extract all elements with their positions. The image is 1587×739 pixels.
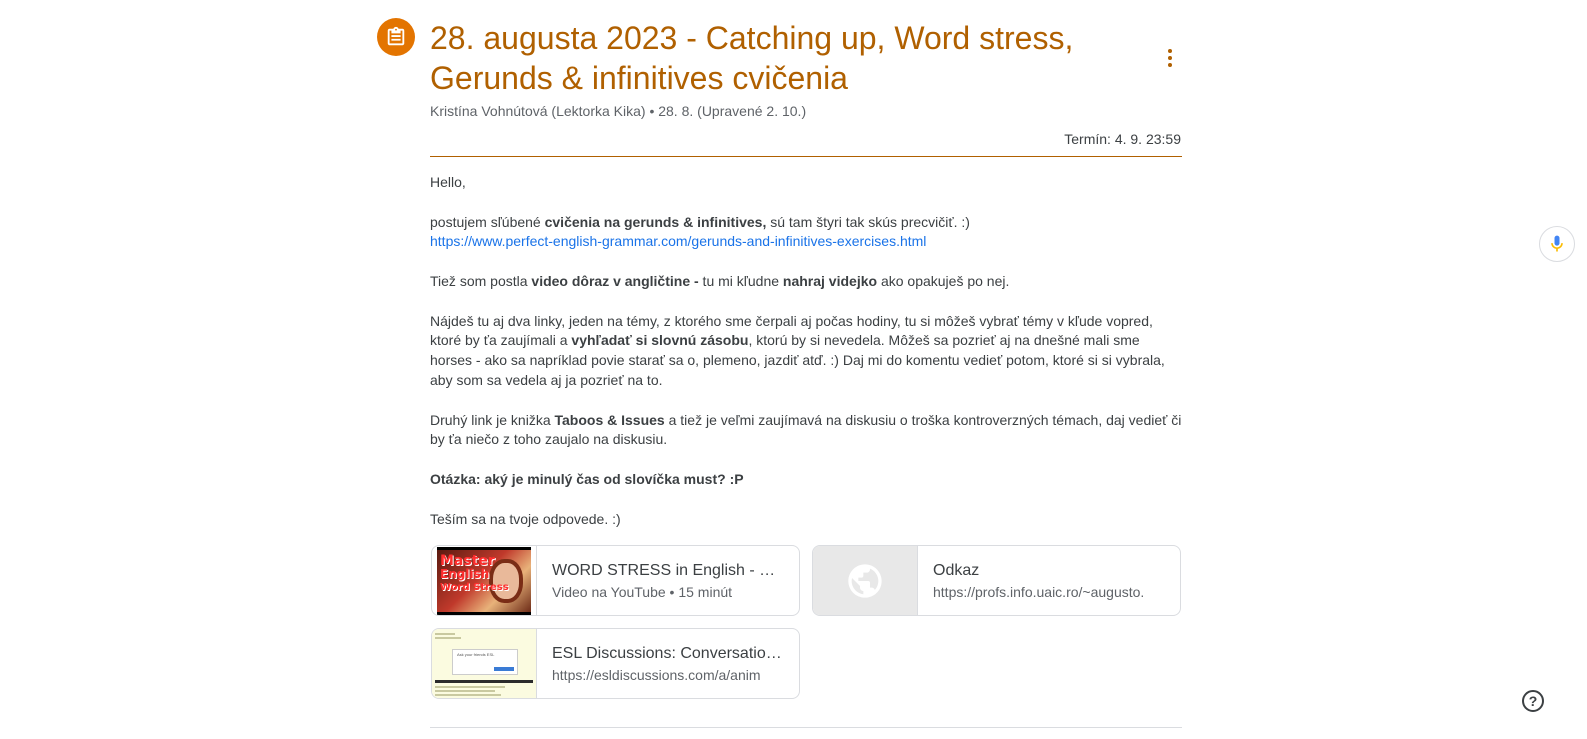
attachment-title: Odkaz <box>933 562 980 579</box>
header-divider <box>430 156 1182 157</box>
paragraph-book: Druhý link je knižka Taboos & Issues a t… <box>430 411 1182 451</box>
bold-text: video dôraz v angličtine - <box>531 272 699 289</box>
bold-text: nahraj videjko <box>782 272 878 289</box>
assignment-icon <box>377 18 415 56</box>
bold-text: Taboos & Issues <box>554 411 665 428</box>
text: sú tam štyri tak skús precvičiť. :) <box>766 213 970 230</box>
thumbnail-text: Ask your friends ESL <box>457 652 495 657</box>
attachment-subtitle: https://profs.info.uaic.ro/~augusto. <box>933 584 1145 600</box>
assignment-body: Hello, postujem sľúbené cvičenia na geru… <box>430 173 1182 529</box>
thumbnail-text: Master English Word Stress <box>440 552 509 593</box>
paragraph-links: Nájdeš tu aj dva linky, jeden na témy, z… <box>430 312 1182 391</box>
attachment-subtitle: https://esldiscussions.com/a/anim <box>552 667 761 683</box>
attachment-esl-card[interactable]: Ask your friends ESL ESL Discussions: Co… <box>431 628 800 699</box>
assignment-title: 28. augusta 2023 - Catching up, Word str… <box>430 20 1074 96</box>
text: tu mi kľudne <box>698 272 783 289</box>
section-divider <box>430 727 1182 728</box>
question: Otázka: aký je minulý čas od slovíčka mu… <box>430 470 1182 490</box>
closing: Teším sa na tvoje odpovede. :) <box>430 510 621 527</box>
attachment-subtitle: Video na YouTube • 15 minút <box>552 584 733 600</box>
text: Druhý link je knižka <box>430 411 555 428</box>
paragraph-video: Tiež som postla video dôraz v angličtine… <box>430 272 1182 292</box>
microphone-icon[interactable] <box>1539 226 1575 262</box>
attachment-link-card[interactable]: Odkaz https://profs.info.uaic.ro/~august… <box>812 545 1181 616</box>
text: postujem sľúbené <box>430 213 545 230</box>
bold-text: Otázka: aký je minulý čas od slovíčka mu… <box>430 470 744 487</box>
globe-icon <box>813 546 918 615</box>
greeting: Hello, <box>430 174 466 190</box>
attachment-title: WORD STRESS in English - Word Stress <box>552 562 782 579</box>
help-icon[interactable]: ? <box>1522 690 1544 712</box>
text: Tiež som postla <box>430 272 532 289</box>
due-date: Termín: 4. 9. 23:59 <box>1064 131 1181 147</box>
paragraph-exercises: postujem sľúbené cvičenia na gerunds & i… <box>430 213 1182 253</box>
attachment-title: ESL Discussions: Conversation Questions <box>552 645 782 662</box>
bold-text: cvičenia na gerunds & infinitives, <box>544 213 767 230</box>
assignment-meta: Kristína Vohnútová (Lektorka Kika) • 28.… <box>430 103 807 119</box>
exercise-link[interactable]: https://www.perfect-english-grammar.com/… <box>430 233 926 249</box>
attachment-youtube-card[interactable]: Master English Word Stress WORD STRESS i… <box>431 545 800 616</box>
more-options-icon[interactable] <box>1156 44 1184 72</box>
bold-text: vyhľadať si slovnú zásobu <box>571 332 749 349</box>
website-thumbnail: Ask your friends ESL <box>432 629 537 698</box>
video-thumbnail: Master English Word Stress <box>432 546 537 615</box>
text: ako opakuješ po nej. <box>877 272 1010 289</box>
